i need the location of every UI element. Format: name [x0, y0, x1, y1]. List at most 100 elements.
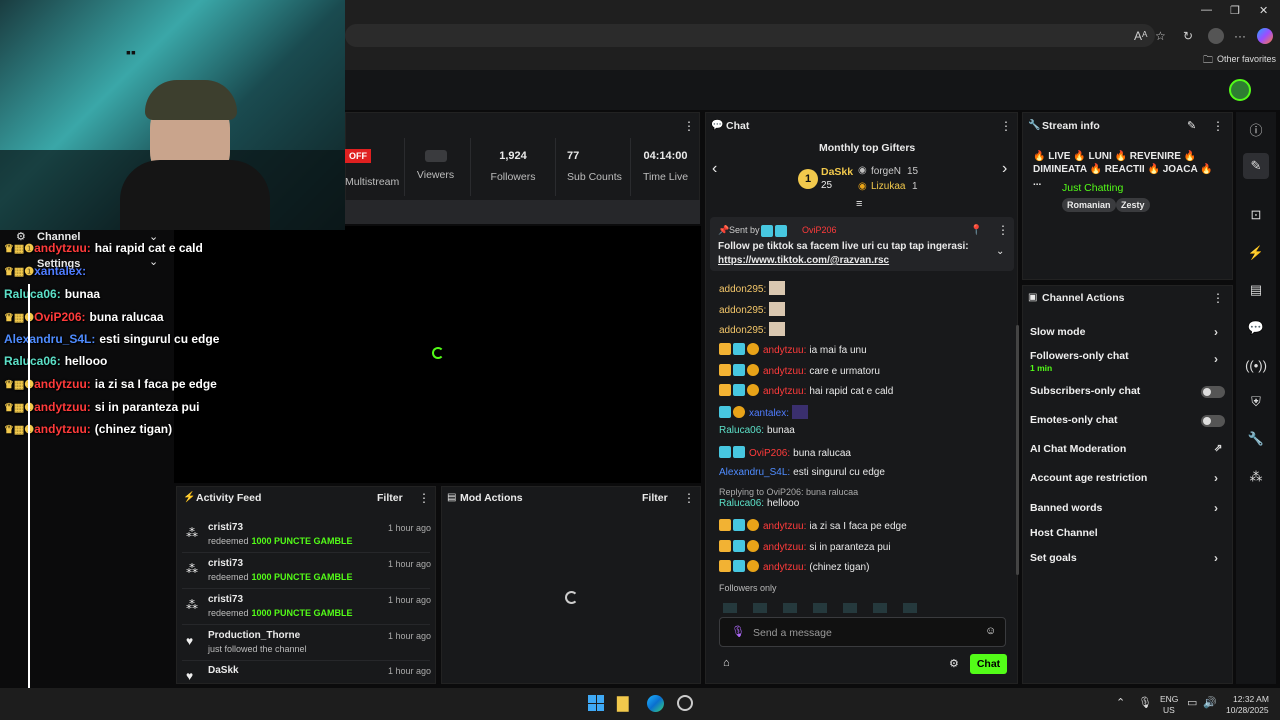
chevron-right-icon[interactable]: ›	[1214, 501, 1218, 515]
pin-icon[interactable]: 📍	[970, 225, 982, 236]
chat-username[interactable]: andytzuu:	[763, 521, 806, 532]
chevron-down-icon[interactable]: ⌄	[149, 255, 158, 268]
more-icon[interactable]: ···	[1234, 29, 1246, 43]
edit-icon[interactable]: ✎	[1243, 153, 1269, 179]
emoji-icon[interactable]: ☺	[985, 625, 996, 637]
chat-bubble-icon[interactable]: 💬	[1243, 315, 1269, 341]
chevron-right-icon[interactable]: ›	[1214, 551, 1218, 565]
activity-user[interactable]: cristi73	[208, 594, 243, 605]
gifter-name[interactable]: DaSkk	[821, 166, 853, 178]
gifter-name[interactable]: forgeN	[871, 166, 901, 177]
microphone-icon[interactable]: 🎙	[1138, 696, 1152, 709]
pinned-menu-icon[interactable]: ⋮	[997, 223, 1009, 237]
copilot-icon[interactable]	[1257, 28, 1273, 44]
channel-action-item[interactable]: Subscribers-only chat	[1030, 385, 1140, 397]
stream-tag[interactable]: Romanian	[1062, 198, 1116, 212]
edit-icon[interactable]: ✎	[1187, 119, 1196, 132]
channel-action-item[interactable]: Emotes-only chat	[1030, 414, 1118, 426]
activity-user[interactable]: cristi73	[208, 522, 243, 533]
chat-username[interactable]: addon295:	[719, 305, 766, 316]
document-icon[interactable]: ▤	[1243, 277, 1269, 303]
mod-filter-button[interactable]: Filter	[642, 492, 668, 504]
channel-action-item[interactable]: Host Channel	[1030, 527, 1098, 539]
mod-menu-icon[interactable]: ⋮	[683, 491, 695, 505]
chat-username[interactable]: addon295:	[719, 325, 766, 336]
chat-username[interactable]: andytzuu:	[763, 345, 806, 356]
user-avatar[interactable]	[1229, 79, 1251, 101]
broadcast-icon[interactable]: ((•))	[1243, 352, 1269, 378]
stream-tag[interactable]: Zesty	[1116, 198, 1150, 212]
channel-actions-menu-icon[interactable]: ⋮	[1212, 291, 1224, 305]
clock-date[interactable]: 10/28/2025	[1226, 705, 1269, 715]
network-icon[interactable]: ▭	[1187, 696, 1197, 709]
info-icon[interactable]: ⓘ	[1243, 116, 1269, 142]
refresh-icon[interactable]: ↻	[1183, 29, 1193, 43]
read-aloud-icon[interactable]: Aᴬ	[1134, 29, 1147, 43]
collapse-icon[interactable]: ≡	[856, 198, 862, 210]
edge-browser-icon[interactable]	[647, 695, 664, 712]
stream-category[interactable]: Just Chatting	[1062, 182, 1123, 194]
chat-username[interactable]: addon295:	[719, 284, 766, 295]
channel-action-item[interactable]: Slow mode	[1030, 326, 1085, 338]
address-bar[interactable]	[345, 24, 1155, 47]
shield-icon[interactable]: ⛨	[1243, 389, 1269, 415]
gear-icon[interactable]: ⚙	[949, 657, 959, 670]
chat-username[interactable]: Alexandru_S4L:	[719, 467, 790, 478]
activity-user[interactable]: Production_Thorne	[208, 630, 300, 641]
chevron-left-icon[interactable]: ‹	[712, 160, 717, 178]
volume-icon[interactable]: 🔊	[1203, 696, 1217, 709]
app-icon[interactable]	[677, 695, 693, 711]
clock-time[interactable]: 12:32 AM	[1233, 694, 1269, 704]
minimize-icon[interactable]: —	[1201, 4, 1212, 16]
activity-menu-icon[interactable]: ⋮	[418, 491, 430, 505]
activity-user[interactable]: cristi73	[208, 558, 243, 569]
chat-username[interactable]: Raluca06:	[719, 498, 764, 509]
toggle-switch[interactable]	[1201, 415, 1225, 427]
chevron-right-icon[interactable]: ›	[1214, 471, 1218, 485]
other-favorites[interactable]: Other favorites	[1217, 54, 1276, 64]
chat-username[interactable]: andytzuu:	[763, 542, 806, 553]
microphone-icon[interactable]: 🎙	[731, 625, 745, 638]
profile-avatar[interactable]	[1208, 28, 1224, 44]
channel-action-item[interactable]: Set goals	[1030, 552, 1077, 564]
wrench-icon[interactable]: 🔧	[1243, 426, 1269, 452]
language-top[interactable]: ENG	[1160, 694, 1178, 704]
chevron-right-icon[interactable]: ›	[1214, 325, 1218, 339]
send-chat-button[interactable]: Chat	[970, 654, 1007, 674]
language-bottom[interactable]: US	[1163, 705, 1175, 715]
stream-panel-menu-icon[interactable]: ⋮	[683, 119, 695, 133]
share-icon[interactable]: ⁂	[1243, 464, 1269, 490]
multistream-label[interactable]: Multistream	[345, 176, 399, 188]
bolt-icon[interactable]: ⚡	[1243, 240, 1269, 266]
store-icon[interactable]: ⌂	[723, 657, 730, 669]
activity-user[interactable]: DaSkk	[208, 665, 239, 676]
stream-info-menu-icon[interactable]: ⋮	[1212, 119, 1224, 133]
chat-username[interactable]: andytzuu:	[763, 366, 806, 377]
channel-action-item[interactable]: Account age restriction	[1030, 472, 1147, 484]
chat-username[interactable]: andytzuu:	[763, 386, 806, 397]
chat-username[interactable]: Raluca06:	[719, 425, 764, 436]
channel-action-item[interactable]: AI Chat Moderation	[1030, 443, 1126, 455]
chat-username[interactable]: andytzuu:	[763, 562, 806, 573]
chevron-up-icon[interactable]: ⌃	[1116, 696, 1125, 709]
favorite-star-icon[interactable]: ☆	[1155, 29, 1166, 43]
close-icon[interactable]: ✕	[1259, 4, 1268, 17]
pinned-user[interactable]: OviP206	[802, 225, 837, 235]
chevron-down-icon[interactable]: ⌄	[996, 246, 1004, 257]
chevron-right-icon[interactable]: ›	[1214, 352, 1218, 366]
maximize-icon[interactable]: ❐	[1230, 4, 1240, 17]
windows-start-icon[interactable]	[588, 695, 604, 711]
gifter-name[interactable]: Lizukaa	[871, 181, 905, 192]
external-link-icon[interactable]: ⇗	[1214, 443, 1222, 454]
file-explorer-icon[interactable]: ▇	[617, 694, 629, 712]
camera-icon[interactable]: ⊡	[1243, 202, 1269, 228]
toggle-switch[interactable]	[1201, 386, 1225, 398]
chat-username[interactable]: OviP206:	[749, 448, 790, 459]
chat-scrollbar[interactable]	[1016, 325, 1019, 575]
channel-action-item[interactable]: Banned words	[1030, 502, 1102, 514]
activity-filter-button[interactable]: Filter	[377, 492, 403, 504]
pinned-link[interactable]: https://www.tiktok.com/@razvan.rsc	[718, 255, 889, 266]
channel-action-item[interactable]: Followers-only chat	[1030, 350, 1129, 362]
chat-username[interactable]: xantalex:	[749, 408, 789, 419]
chat-menu-icon[interactable]: ⋮	[1000, 119, 1012, 133]
